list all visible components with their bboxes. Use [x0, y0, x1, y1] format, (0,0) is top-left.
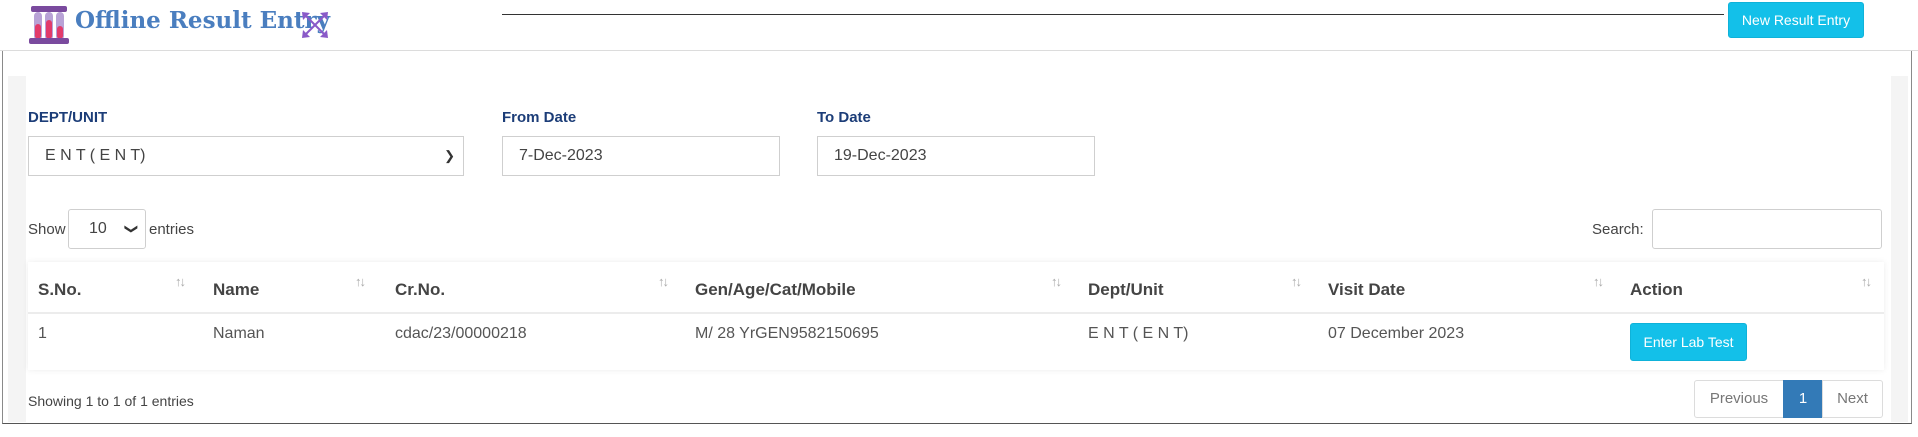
enter-lab-test-button[interactable]: Enter Lab Test [1630, 323, 1747, 361]
content-card [8, 76, 1908, 422]
column-header-action[interactable]: Action [1630, 280, 1683, 300]
cell-dept-unit: E N T ( E N T) [1088, 325, 1189, 342]
search-input[interactable] [1652, 209, 1882, 249]
column-header-sno[interactable]: S.No. [38, 280, 81, 300]
show-label: Show [28, 221, 66, 238]
cell-name: Naman [213, 325, 265, 342]
column-header-dept-unit[interactable]: Dept/Unit [1088, 280, 1164, 300]
sort-icon[interactable]: ↑↓ [1861, 274, 1872, 289]
page-title: Offline Result Entry [75, 7, 330, 34]
sort-icon[interactable]: ↑↓ [1593, 274, 1604, 289]
column-header-visit-date[interactable]: Visit Date [1328, 280, 1405, 300]
entries-value: 10 [89, 220, 107, 237]
entries-select[interactable]: 10 ❯ [68, 209, 146, 249]
previous-page-button[interactable]: Previous [1694, 380, 1784, 418]
entries-label: entries [149, 221, 195, 238]
dept-unit-value: E N T ( E N T) [45, 147, 146, 164]
to-date-label: To Date [817, 109, 871, 126]
sort-icon[interactable]: ↑↓ [1051, 274, 1062, 289]
to-date-value: 19-Dec-2023 [834, 147, 927, 164]
sort-icon[interactable]: ↑↓ [175, 274, 186, 289]
from-date-value: 7-Dec-2023 [519, 147, 603, 164]
test-tubes-icon [29, 6, 69, 44]
cell-gen-age: M/ 28 YrGEN9582150695 [695, 325, 879, 342]
column-header-name[interactable]: Name [213, 280, 259, 300]
cell-crno: cdac/23/00000218 [395, 325, 527, 342]
sort-icon[interactable]: ↑↓ [1291, 274, 1302, 289]
results-table: S.No. ↑↓ Name ↑↓ Cr.No. ↑↓ Gen/Age/Cat/M… [28, 262, 1884, 370]
chevron-down-icon: ❯ [444, 148, 455, 163]
next-page-button[interactable]: Next [1822, 380, 1883, 418]
search-label: Search: [1592, 221, 1644, 238]
to-date-input[interactable]: 19-Dec-2023 [817, 136, 1095, 176]
from-date-label: From Date [502, 109, 577, 126]
dept-unit-select[interactable]: E N T ( E N T) ❯ [28, 136, 464, 176]
table-header-divider [28, 312, 1884, 314]
page-header: Offline Result Entry New Result Entry [0, 0, 1918, 51]
filter-panel [26, 76, 1891, 422]
new-result-entry-button[interactable]: New Result Entry [1728, 2, 1864, 38]
sort-icon[interactable]: ↑↓ [658, 274, 669, 289]
table-info: Showing 1 to 1 of 1 entries [28, 393, 194, 409]
dept-unit-label: DEPT/UNIT [28, 109, 108, 126]
cell-visit-date: 07 December 2023 [1328, 325, 1465, 342]
expand-arrows-icon[interactable] [300, 10, 330, 40]
header-divider [502, 14, 1724, 15]
column-header-crno[interactable]: Cr.No. [395, 280, 445, 300]
chevron-down-icon: ❯ [124, 223, 140, 235]
column-header-gen-age[interactable]: Gen/Age/Cat/Mobile [695, 280, 856, 300]
page-1-button[interactable]: 1 [1783, 380, 1823, 418]
from-date-input[interactable]: 7-Dec-2023 [502, 136, 780, 176]
sort-icon[interactable]: ↑↓ [355, 274, 366, 289]
cell-sno: 1 [38, 325, 47, 342]
